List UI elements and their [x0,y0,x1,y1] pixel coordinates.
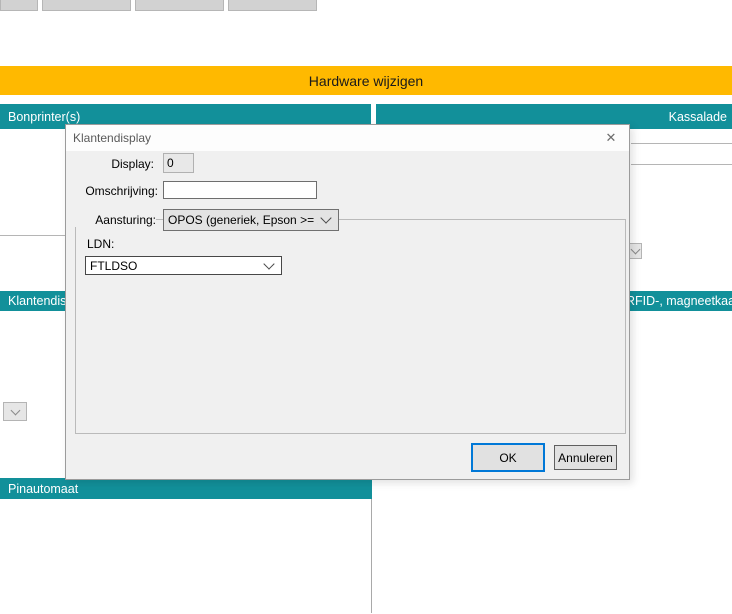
aansturing-value: OPOS (generiek, Epson >= 2.60) [168,213,318,227]
ldn-label: LDN: [87,237,147,251]
aansturing-label: Aansturing: [66,213,156,227]
klantendisplay-dialog: Klantendisplay ✕ Display: 0 Omschrijving… [65,124,630,480]
right-panel-divider [631,164,732,165]
chevron-down-icon [263,258,274,269]
chevron-down-icon [320,212,331,223]
panel-vertical-divider [371,499,372,613]
left-panel-divider [0,235,66,236]
section-header-label: Bonprinter(s) [0,110,80,124]
section-header-pinautomaat: Pinautomaat [0,478,372,499]
cancel-button[interactable]: Annuleren [554,445,617,470]
left-panel-dropdown[interactable] [3,402,27,421]
toolbar-button[interactable] [0,0,38,11]
toolbar-button[interactable] [42,0,131,11]
banner-title: Hardware wijzigen [309,73,423,89]
ok-button-label: OK [499,451,516,465]
close-icon[interactable]: ✕ [601,128,621,148]
omschrijving-label: Omschrijving: [66,184,158,198]
chevron-down-icon [10,405,20,415]
right-panel-divider [631,143,732,144]
hardware-wijzigen-banner: Hardware wijzigen [0,66,732,95]
ok-button[interactable]: OK [471,443,545,472]
dialog-titlebar[interactable]: Klantendisplay ✕ [66,125,629,151]
display-field[interactable]: 0 [163,153,194,173]
section-header-label: RFID-, magneetkaa [626,294,732,308]
ldn-select[interactable]: FTLDSO [85,256,282,275]
cancel-button-label: Annuleren [558,451,613,465]
chevron-down-icon [630,245,640,255]
ldn-value: FTLDSO [90,259,261,273]
dialog-title: Klantendisplay [73,125,151,151]
display-label: Display: [66,157,154,171]
toolbar-button[interactable] [135,0,224,11]
omschrijving-field[interactable] [163,181,317,199]
aansturing-select[interactable]: OPOS (generiek, Epson >= 2.60) [163,209,339,231]
section-header-label: Pinautomaat [0,482,78,496]
section-header-label: Kassalade [669,110,732,124]
aansturing-groupbox [75,219,626,434]
right-panel-dropdown[interactable] [628,243,642,259]
toolbar-button[interactable] [228,0,317,11]
